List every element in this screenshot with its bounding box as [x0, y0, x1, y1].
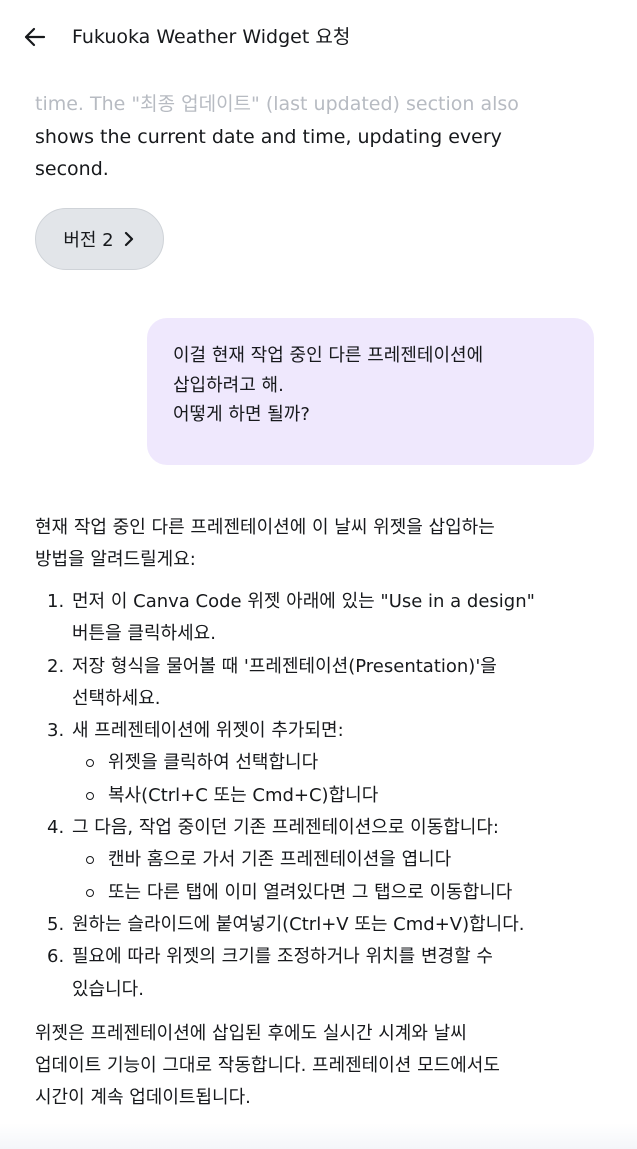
sub-list-item: 위젯을 클릭하여 선택합니다: [35, 747, 605, 779]
message-line: second.: [35, 158, 109, 180]
list-item: 2. 저장 형식을 물어볼 때 '프레젠테이션(Presentation)'을 …: [35, 651, 605, 716]
message-line: 업데이트 기능이 그대로 작동합니다. 프레젠테이션 모드에서도: [35, 1054, 500, 1076]
reply-closing: 위젯은 프레젠테이션에 삽입된 후에도 실시간 시계와 날씨 업데이트 기능이 …: [35, 1018, 605, 1114]
chevron-right-icon: [124, 231, 133, 247]
list-item: 6. 필요에 따라 위젯의 크기를 조정하거나 위치를 변경할 수 있습니다.: [35, 941, 605, 1006]
sub-step-text: 복사(Ctrl+C 또는 Cmd+C)합니다: [108, 784, 379, 806]
step-number: 3.: [47, 720, 65, 742]
step-text: 먼저 이 Canva Code 위젯 아래에 있는 "Use in a desi…: [72, 591, 535, 612]
step-text: 그 다음, 작업 중이던 기존 프레젠테이션으로 이동합니다:: [72, 817, 499, 839]
step-text: 새 프레젠테이션에 위젯이 추가되면:: [72, 720, 344, 742]
step-number: 2.: [47, 655, 65, 677]
step-text: 선택하세요.: [72, 687, 161, 709]
step-number: 1.: [47, 591, 65, 612]
message-line: 이걸 현재 작업 중인 다른 프레젠테이션에: [173, 345, 484, 366]
back-button[interactable]: [20, 22, 50, 52]
message-line: 위젯은 프레젠테이션에 삽입된 후에도 실시간 시계와 날씨: [35, 1022, 467, 1044]
message-line: 삽입하려고 해.: [173, 374, 284, 396]
step-number: 4.: [47, 817, 65, 839]
step-text: 있습니다.: [72, 978, 144, 1000]
sub-list-item: 복사(Ctrl+C 또는 Cmd+C)합니다: [35, 780, 605, 812]
list-item: 1. 먼저 이 Canva Code 위젯 아래에 있는 "Use in a d…: [35, 586, 605, 651]
message-line: 어떻게 하면 될까?: [173, 404, 310, 425]
list-item: 3. 새 프레젠테이션에 위젯이 추가되면:: [35, 715, 605, 747]
message-line: shows the current date and time, updatin…: [35, 125, 502, 148]
bottom-fade: [0, 1123, 637, 1149]
reply-intro: 현재 작업 중인 다른 프레젠테이션에 이 날씨 위젯을 삽입하는 방법을 알려…: [35, 512, 605, 576]
sub-list-item: 캔바 홈으로 가서 기존 프레젠테이션을 엽니다: [35, 844, 605, 876]
step-number: 6.: [47, 946, 65, 968]
sub-step-text: 캔바 홈으로 가서 기존 프레젠테이션을 엽니다: [108, 849, 452, 871]
chat-screen: Fukuoka Weather Widget 요청 time. The "최종 …: [0, 0, 637, 1149]
faded-text-line: time. The "최종 업데이트" (last updated) secti…: [35, 93, 519, 115]
top-bar: Fukuoka Weather Widget 요청: [0, 0, 637, 72]
step-number: 5.: [47, 913, 65, 935]
circle-bullet-icon: [86, 791, 94, 800]
version-button[interactable]: 버전 2: [35, 208, 164, 270]
assistant-message-previous: time. The "최종 업데이트" (last updated) secti…: [35, 88, 595, 186]
step-text: 원하는 슬라이드에 붙여넣기(Ctrl+V 또는 Cmd+V)합니다.: [72, 913, 525, 935]
steps-list: 1. 먼저 이 Canva Code 위젯 아래에 있는 "Use in a d…: [35, 586, 605, 1006]
sub-list-item: 또는 다른 탭에 이미 열려있다면 그 탭으로 이동합니다: [35, 877, 605, 909]
list-item: 5. 원하는 슬라이드에 붙여넣기(Ctrl+V 또는 Cmd+V)합니다.: [35, 909, 605, 941]
message-line: 시간이 계속 업데이트됩니다.: [35, 1086, 251, 1108]
step-text: 버튼을 클릭하세요.: [72, 623, 216, 645]
sub-step-text: 위젯을 클릭하여 선택합니다: [108, 752, 319, 774]
arrow-left-icon: [24, 27, 46, 47]
message-line: 방법을 알려드릴게요:: [35, 549, 196, 570]
message-line: 현재 작업 중인 다른 프레젠테이션에 이 날씨 위젯을 삽입하는: [35, 517, 495, 538]
version-label: 버전 2: [63, 230, 114, 251]
user-message-bubble: 이걸 현재 작업 중인 다른 프레젠테이션에 삽입하려고 해. 어떻게 하면 될…: [147, 318, 594, 465]
circle-bullet-icon: [86, 888, 94, 897]
step-text: 저장 형식을 물어볼 때 '프레젠테이션(Presentation)'을: [72, 655, 497, 677]
list-item: 4. 그 다음, 작업 중이던 기존 프레젠테이션으로 이동합니다:: [35, 812, 605, 844]
page-title: Fukuoka Weather Widget 요청: [72, 26, 351, 48]
step-text: 필요에 따라 위젯의 크기를 조정하거나 위치를 변경할 수: [72, 946, 493, 968]
assistant-message-reply: 현재 작업 중인 다른 프레젠테이션에 이 날씨 위젯을 삽입하는 방법을 알려…: [35, 512, 605, 1114]
sub-step-text: 또는 다른 탭에 이미 열려있다면 그 탭으로 이동합니다: [108, 881, 513, 903]
